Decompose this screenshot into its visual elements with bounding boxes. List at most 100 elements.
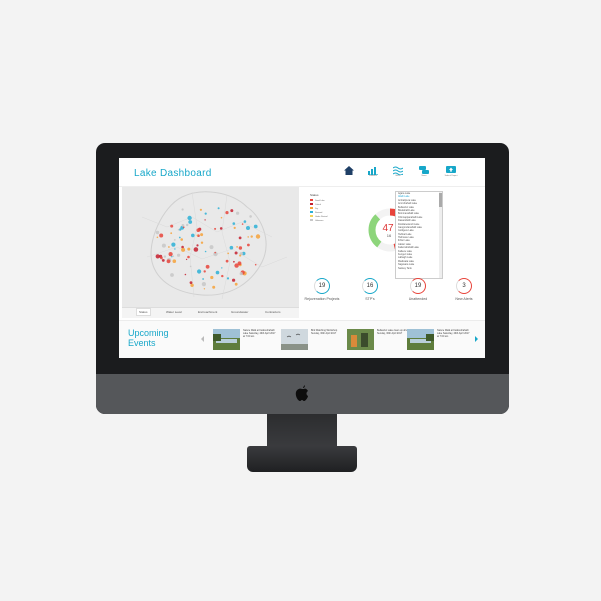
map-lake-marker[interactable] (185, 258, 188, 261)
map-lake-marker[interactable] (233, 226, 236, 229)
map-lake-marker[interactable] (187, 255, 190, 259)
map-lake-marker[interactable] (161, 259, 165, 262)
map-lake-marker[interactable] (220, 216, 223, 219)
map-lake-marker[interactable] (212, 285, 216, 289)
map-lake-marker[interactable] (186, 223, 189, 227)
map-lake-marker[interactable] (174, 248, 176, 250)
map-lake-marker[interactable] (217, 207, 220, 210)
map-lake-marker[interactable] (204, 219, 206, 221)
map-lake-marker[interactable] (221, 267, 223, 269)
map-lake-marker[interactable] (215, 270, 220, 275)
map-lake-marker[interactable] (200, 233, 204, 237)
nav-submit-report[interactable]: Submit Report (442, 166, 460, 182)
map-lake-marker[interactable] (246, 226, 250, 230)
map-lake-marker[interactable] (170, 232, 173, 235)
map-lake-marker[interactable] (159, 233, 164, 238)
map-tab-status[interactable]: Status (136, 308, 151, 316)
map-tab-groundwater[interactable]: Groundwater (231, 310, 248, 314)
map-lake-marker[interactable] (187, 215, 192, 221)
map-lake-marker[interactable] (204, 212, 207, 215)
map-lake-marker[interactable] (160, 256, 163, 260)
map-lake-marker[interactable] (230, 209, 234, 213)
map-lake-marker[interactable] (170, 224, 174, 228)
map-lake-marker[interactable] (205, 264, 210, 269)
map-lake-marker[interactable] (196, 228, 201, 232)
map-lake-marker[interactable] (210, 275, 214, 280)
map-lake-marker[interactable] (178, 236, 181, 239)
map-lake-marker[interactable] (233, 260, 235, 263)
map-lake-marker[interactable] (227, 252, 230, 255)
map-lake-marker[interactable] (155, 254, 160, 259)
map-lake-marker[interactable] (181, 224, 185, 227)
map-lake-marker[interactable] (190, 283, 194, 287)
map-lake-marker[interactable] (226, 277, 230, 280)
map-lake-marker[interactable] (172, 259, 177, 263)
stat-new-alerts[interactable]: 3 New Alerts (444, 278, 484, 301)
stat-stps[interactable]: 16 STP's (350, 278, 390, 301)
map-lake-marker[interactable] (221, 274, 224, 278)
list-scrollbar[interactable] (439, 192, 442, 278)
map-lake-marker[interactable] (250, 235, 253, 238)
events-next-arrow-icon[interactable] (475, 336, 478, 342)
list-scroll-thumb[interactable] (439, 193, 442, 207)
map-lake-marker[interactable] (161, 243, 166, 248)
map-lake-marker[interactable] (201, 282, 206, 287)
map-tab-water-level[interactable]: Water Level (166, 310, 182, 314)
nav-statistics[interactable]: Statistics (364, 166, 382, 182)
map-lake-marker[interactable] (225, 259, 229, 263)
map-lake-marker[interactable] (200, 241, 204, 244)
map-lake-marker[interactable] (202, 278, 204, 280)
map-lake-marker[interactable] (187, 247, 191, 251)
event-card[interactable]: Bellandur Lake clean up drive Sunday, 30… (347, 329, 411, 353)
map-lake-marker[interactable] (199, 208, 202, 211)
map-lake-marker[interactable] (166, 259, 171, 264)
map-lake-marker[interactable] (168, 252, 173, 257)
event-card[interactable]: Nature Walk at Kaikondrahalli Lake Satur… (407, 329, 471, 353)
map-lake-marker[interactable] (173, 239, 176, 241)
map-lake-marker[interactable] (234, 282, 238, 286)
map-lake-marker[interactable] (247, 236, 249, 238)
map-lake-marker[interactable] (214, 251, 216, 254)
map-lake-marker[interactable] (225, 211, 229, 215)
map-lake-marker[interactable] (184, 273, 187, 276)
map-lake-marker[interactable] (232, 222, 236, 225)
lake-list-item[interactable]: Sankey Tank (396, 267, 442, 270)
map-lake-marker[interactable] (180, 238, 183, 241)
map-lake-marker[interactable] (172, 255, 175, 257)
map-lake-marker[interactable] (189, 265, 192, 268)
map-lake-marker[interactable] (163, 255, 167, 258)
map-lake-marker[interactable] (204, 250, 207, 253)
map-lake-marker[interactable] (253, 224, 258, 229)
stat-unattended[interactable]: 19 Unattended (398, 278, 438, 301)
map-lake-marker[interactable] (239, 272, 243, 276)
map-lake-marker[interactable] (191, 233, 195, 238)
map-lake-marker[interactable] (236, 246, 238, 248)
map-lake-marker[interactable] (237, 261, 242, 266)
events-prev-arrow-icon[interactable] (201, 336, 204, 342)
map-lake-marker[interactable] (247, 243, 250, 247)
map-lake-marker[interactable] (196, 234, 199, 237)
nav-news[interactable]: News (415, 166, 433, 182)
map-lake-marker[interactable] (209, 245, 214, 250)
map-lake-marker[interactable] (197, 269, 202, 274)
map-lake-marker[interactable] (238, 246, 243, 250)
nav-home[interactable] (340, 166, 358, 182)
map-tab-contractors[interactable]: Contractors (265, 310, 281, 314)
lake-select-list[interactable]: Agara Lake Allalli Lake Ambalipura Lake Amr… (395, 191, 443, 279)
map-lake-marker[interactable] (214, 227, 217, 230)
map-lake-marker[interactable] (254, 263, 257, 266)
map-lake-marker[interactable] (155, 230, 160, 235)
map-lake-marker[interactable] (171, 242, 176, 247)
map-lake-marker[interactable] (241, 223, 244, 225)
map-lake-marker[interactable] (232, 278, 236, 282)
map-lake-marker[interactable] (189, 281, 193, 284)
map-lake-marker[interactable] (219, 227, 223, 230)
map-lake-marker[interactable] (234, 251, 238, 255)
map-lake-marker[interactable] (168, 246, 170, 248)
map-canvas[interactable] (122, 187, 299, 307)
map-lake-marker[interactable] (249, 215, 252, 218)
map-lake-marker[interactable] (203, 270, 206, 273)
map-lake-marker[interactable] (156, 236, 159, 239)
map-lake-marker[interactable] (193, 247, 199, 252)
stat-rejuvenation-projects[interactable]: 19 Rejuvenation Projects (302, 278, 342, 301)
